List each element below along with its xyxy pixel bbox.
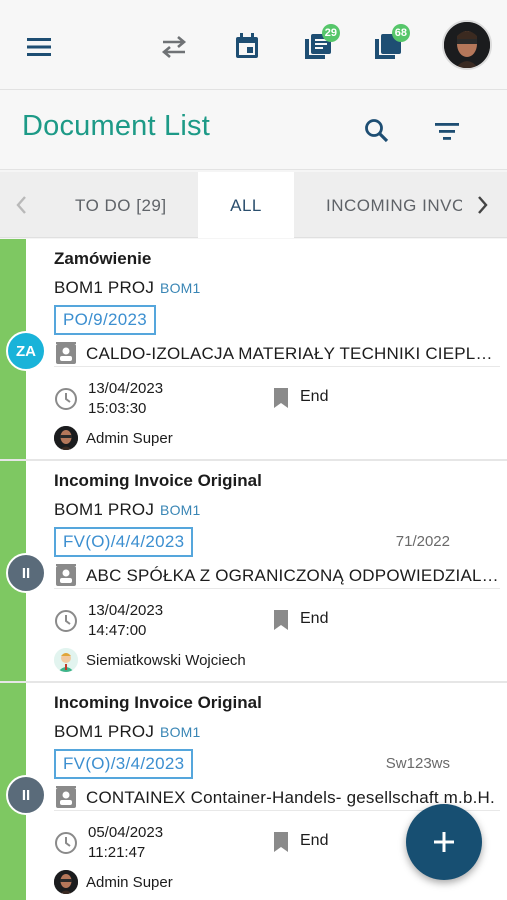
filter-icon[interactable] xyxy=(430,114,464,148)
time: 14:47:00 xyxy=(88,622,147,639)
document-type: Incoming Invoice Original xyxy=(54,693,262,712)
project-code: BOM1 xyxy=(160,280,201,296)
workflow-stage: End xyxy=(300,832,329,849)
document-card[interactable]: ZA Zamówienie BOM1 PROJ BOM1 PO/9/2023 CA… xyxy=(0,239,507,461)
tab-bar: TO DO [29] ALL INCOMING INVC xyxy=(0,172,507,238)
tab-all[interactable]: ALL xyxy=(198,172,294,238)
datetime: 13/04/2023 14:47:00 xyxy=(88,601,163,641)
time: 15:03:30 xyxy=(88,400,147,417)
project: BOM1 PROJ BOM1 xyxy=(54,278,201,298)
user-name: Admin Super xyxy=(86,429,173,447)
datetime: 13/04/2023 15:03:30 xyxy=(88,379,163,419)
clock-icon xyxy=(54,609,78,633)
workflow-stage: End xyxy=(300,388,329,405)
bookmark-icon xyxy=(272,831,292,853)
title-bar: Document List xyxy=(0,90,507,170)
workflow-stage: End xyxy=(300,610,329,627)
project: BOM1 PROJ BOM1 xyxy=(54,722,201,742)
document-list: ZA Zamówienie BOM1 PROJ BOM1 PO/9/2023 CA… xyxy=(0,239,507,900)
assigned-user: Admin Super xyxy=(54,869,173,895)
swap-arrows-icon[interactable] xyxy=(156,30,192,64)
bookmark-icon xyxy=(272,387,292,409)
project-code: BOM1 xyxy=(160,724,201,740)
documents-badge: 29 xyxy=(321,24,340,42)
document-reference: 71/2022 xyxy=(395,533,450,550)
contractor-row: ABC SPÓŁKA Z OGRANICZONĄ ODPOWIEDZIALNOŚ… xyxy=(54,563,500,589)
date: 13/04/2023 xyxy=(88,602,164,619)
tab-incoming-invoices[interactable]: INCOMING INVC xyxy=(326,172,462,238)
clock-icon xyxy=(54,387,78,411)
document-type: Incoming Invoice Original xyxy=(54,471,262,490)
status-indicator: ZA xyxy=(6,331,46,371)
project-name: BOM1 PROJ xyxy=(54,722,155,741)
tab-todo[interactable]: TO DO [29] xyxy=(75,172,185,238)
project-code: BOM1 xyxy=(160,502,201,518)
document-card[interactable]: II Incoming Invoice Original BOM1 PROJ BO… xyxy=(0,461,507,683)
add-document-button[interactable] xyxy=(406,804,482,880)
date: 13/04/2023 xyxy=(88,380,164,397)
files-icon[interactable]: 68 xyxy=(368,24,410,66)
contractor-name: ABC SPÓŁKA Z OGRANICZONĄ ODPOWIEDZIALNOŚ… xyxy=(86,565,500,585)
plus-icon xyxy=(434,832,454,852)
user-avatar-small xyxy=(54,426,78,450)
document-number[interactable]: FV(O)/3/4/2023 xyxy=(54,749,194,779)
contractor-name: CALDO-IZOLACJA MATERIAŁY TECHNIKI CIEPLN… xyxy=(86,343,500,363)
top-app-bar: 29 68 xyxy=(0,0,507,90)
user-avatar[interactable] xyxy=(442,20,492,70)
user-avatar-small xyxy=(54,870,78,894)
document-reference: Sw123ws xyxy=(385,755,450,772)
menu-icon[interactable] xyxy=(22,30,56,64)
timestamp-row: 13/04/2023 14:47:00 End xyxy=(54,601,454,641)
project-name: BOM1 PROJ xyxy=(54,500,155,519)
page-title: Document List xyxy=(22,110,210,142)
project-name: BOM1 PROJ xyxy=(54,278,155,297)
document-number[interactable]: FV(O)/4/4/2023 xyxy=(54,527,194,557)
timestamp-row: 05/04/2023 11:21:47 End xyxy=(54,823,454,863)
datetime: 05/04/2023 11:21:47 xyxy=(88,823,163,863)
tab-scroll-left-icon[interactable] xyxy=(8,190,34,220)
documents-icon[interactable]: 29 xyxy=(298,24,340,66)
user-name: Siemiatkowski Wojciech xyxy=(86,651,246,669)
timestamp-row: 13/04/2023 15:03:30 End xyxy=(54,379,454,419)
status-indicator: II xyxy=(6,553,46,593)
bookmark-icon xyxy=(272,609,292,631)
document-number[interactable]: PO/9/2023 xyxy=(54,305,156,335)
contractor-row: CALDO-IZOLACJA MATERIAŁY TECHNIKI CIEPLN… xyxy=(54,341,500,367)
document-type: Zamówienie xyxy=(54,249,152,268)
contact-card-icon xyxy=(54,341,78,366)
search-icon[interactable] xyxy=(360,114,394,148)
date: 05/04/2023 xyxy=(88,824,164,841)
user-avatar-small xyxy=(54,648,78,672)
calendar-icon[interactable] xyxy=(230,28,264,64)
files-badge: 68 xyxy=(391,24,410,42)
clock-icon xyxy=(54,831,78,855)
assigned-user: Admin Super xyxy=(54,425,173,451)
time: 11:21:47 xyxy=(88,844,146,861)
user-name: Admin Super xyxy=(86,873,173,891)
contact-card-icon xyxy=(54,785,78,810)
tab-scroll-right-icon[interactable] xyxy=(470,190,496,220)
contact-card-icon xyxy=(54,563,78,588)
assigned-user: Siemiatkowski Wojciech xyxy=(54,647,246,673)
project: BOM1 PROJ BOM1 xyxy=(54,500,201,520)
status-indicator: II xyxy=(6,775,46,815)
